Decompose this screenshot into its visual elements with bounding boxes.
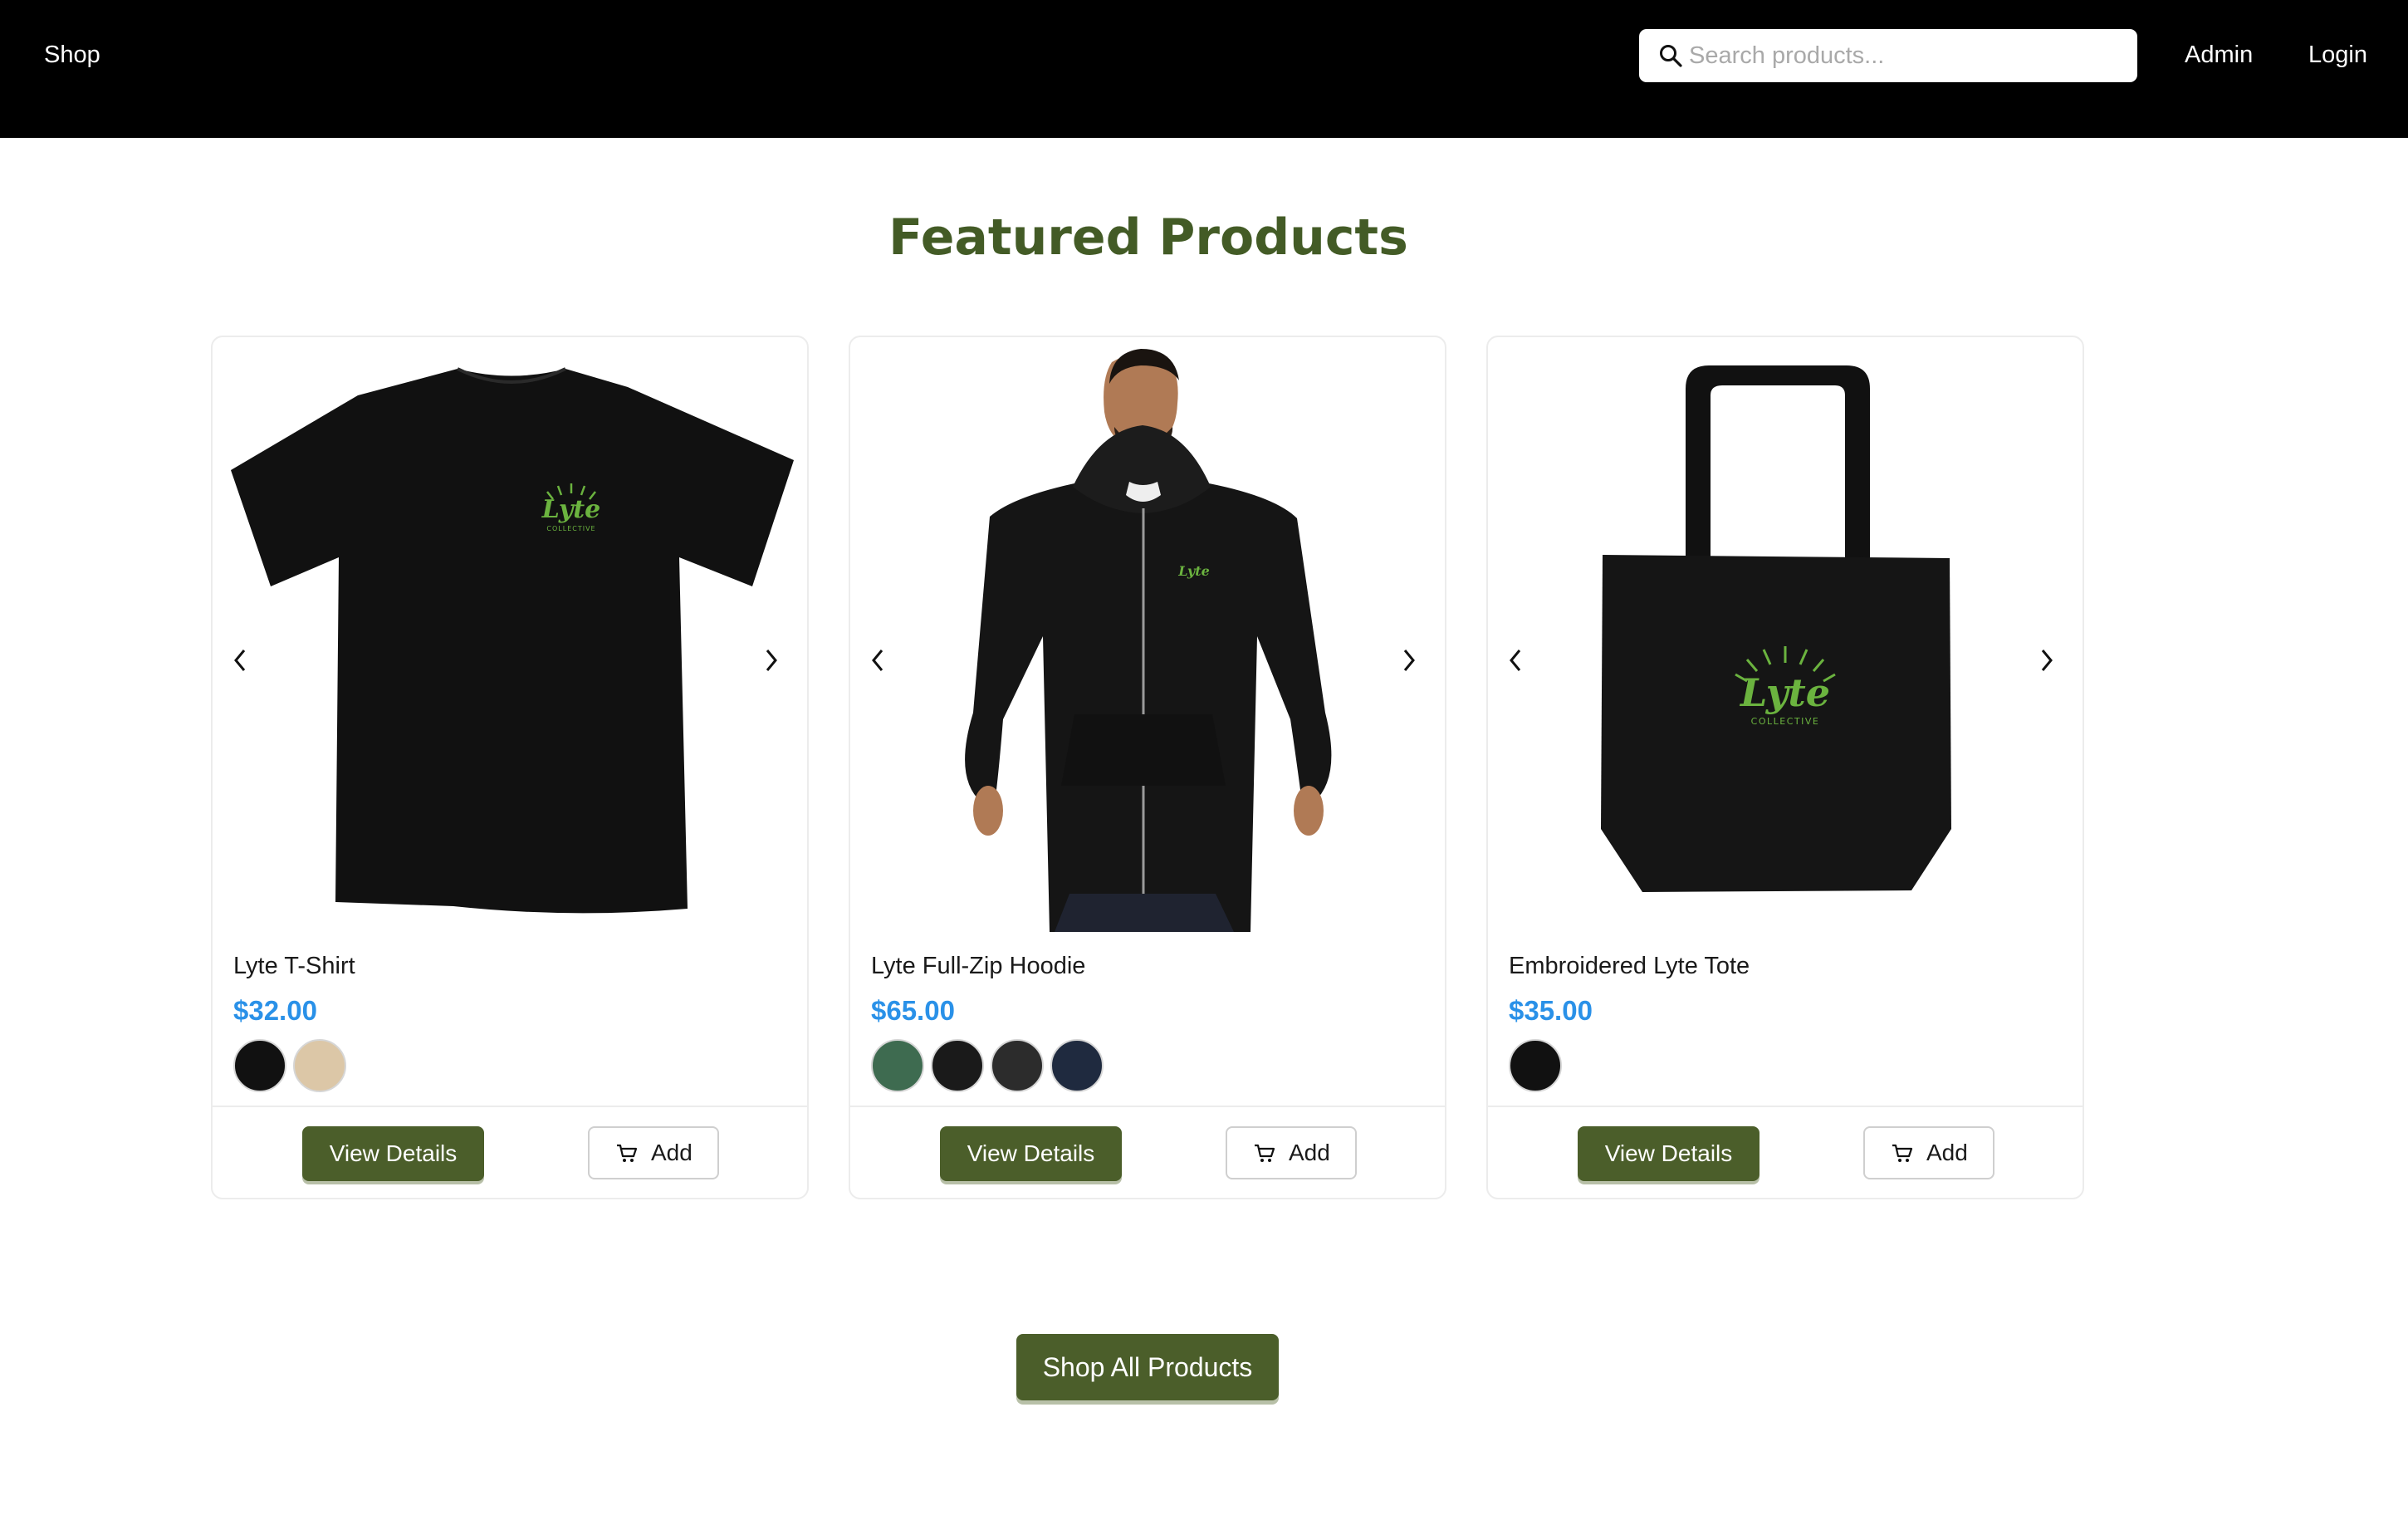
color-swatches (1509, 1039, 1562, 1092)
color-swatch[interactable] (1509, 1039, 1562, 1092)
cart-icon (1255, 1144, 1275, 1162)
product-price: $35.00 (1509, 995, 1593, 1026)
color-swatch[interactable] (991, 1039, 1044, 1092)
svg-text:Lyte: Lyte (541, 495, 600, 524)
card-divider (213, 1106, 807, 1107)
add-label: Add (1926, 1140, 1968, 1165)
product-image[interactable]: Lyte COLLECTIVE (1488, 337, 2083, 932)
cart-icon (617, 1144, 638, 1162)
view-details-button[interactable]: View Details (302, 1126, 484, 1181)
product-card: Lyte COLLECTIVE Lyte T-Shirt $32.00 View… (211, 336, 809, 1199)
view-details-button[interactable]: View Details (1578, 1126, 1760, 1181)
svg-text:COLLECTIVE: COLLECTIVE (546, 525, 595, 532)
add-to-cart-button[interactable]: Add (1226, 1126, 1357, 1179)
chevron-right-icon[interactable] (2034, 640, 2059, 681)
add-label: Add (1289, 1140, 1330, 1165)
chevron-left-icon[interactable] (865, 640, 890, 681)
product-name[interactable]: Lyte Full-Zip Hoodie (871, 949, 1085, 983)
color-swatches (871, 1039, 1104, 1092)
color-swatch[interactable] (931, 1039, 984, 1092)
product-name[interactable]: Lyte T-Shirt (233, 949, 355, 983)
hoodie-image: Lyte (965, 349, 1332, 932)
top-navbar: Shop Admin Login (0, 0, 2408, 138)
product-card: Lyte COLLECTIVE Embroidered Lyte Tote $3… (1486, 336, 2084, 1199)
svg-text:Lyte: Lyte (1177, 563, 1210, 579)
cart-icon (1892, 1144, 1913, 1162)
card-divider (850, 1106, 1445, 1107)
add-to-cart-button[interactable]: Add (588, 1126, 719, 1179)
search-input[interactable] (1689, 37, 2121, 74)
color-swatch[interactable] (1050, 1039, 1104, 1092)
product-price: $32.00 (233, 995, 317, 1026)
product-name[interactable]: Embroidered Lyte Tote (1509, 949, 1750, 983)
color-swatches (233, 1039, 346, 1092)
color-swatch[interactable] (871, 1039, 924, 1092)
nav-shop-link[interactable]: Shop (44, 38, 100, 71)
view-details-button[interactable]: View Details (940, 1126, 1122, 1181)
chevron-left-icon[interactable] (1503, 640, 1528, 681)
search-icon (1660, 45, 1682, 67)
svg-text:COLLECTIVE: COLLECTIVE (1751, 716, 1820, 727)
chevron-left-icon[interactable] (228, 640, 252, 681)
add-to-cart-button[interactable]: Add (1863, 1126, 1994, 1179)
chevron-right-icon[interactable] (759, 640, 784, 681)
page-title: Featured Products (888, 208, 1408, 267)
brand-logo: Lyte (1177, 563, 1210, 579)
product-image[interactable]: Lyte (850, 337, 1445, 932)
add-label: Add (651, 1140, 693, 1165)
chevron-right-icon[interactable] (1397, 640, 1422, 681)
card-divider (1488, 1106, 2083, 1107)
color-swatch[interactable] (233, 1039, 286, 1092)
color-swatch[interactable] (293, 1039, 346, 1092)
nav-login-link[interactable]: Login (2308, 38, 2367, 71)
product-card: Lyte Lyte Full-Zip Hoodie $65.00 View De… (849, 336, 1446, 1199)
product-price: $65.00 (871, 995, 955, 1026)
product-image[interactable]: Lyte COLLECTIVE (213, 337, 807, 932)
search-box[interactable] (1639, 29, 2137, 82)
shop-all-products-button[interactable]: Shop All Products (1016, 1334, 1279, 1400)
nav-admin-link[interactable]: Admin (2185, 38, 2253, 71)
tshirt-image: Lyte COLLECTIVE (231, 367, 794, 914)
svg-text:Lyte: Lyte (1739, 670, 1830, 715)
tote-bag-image: Lyte COLLECTIVE (1601, 365, 1951, 892)
